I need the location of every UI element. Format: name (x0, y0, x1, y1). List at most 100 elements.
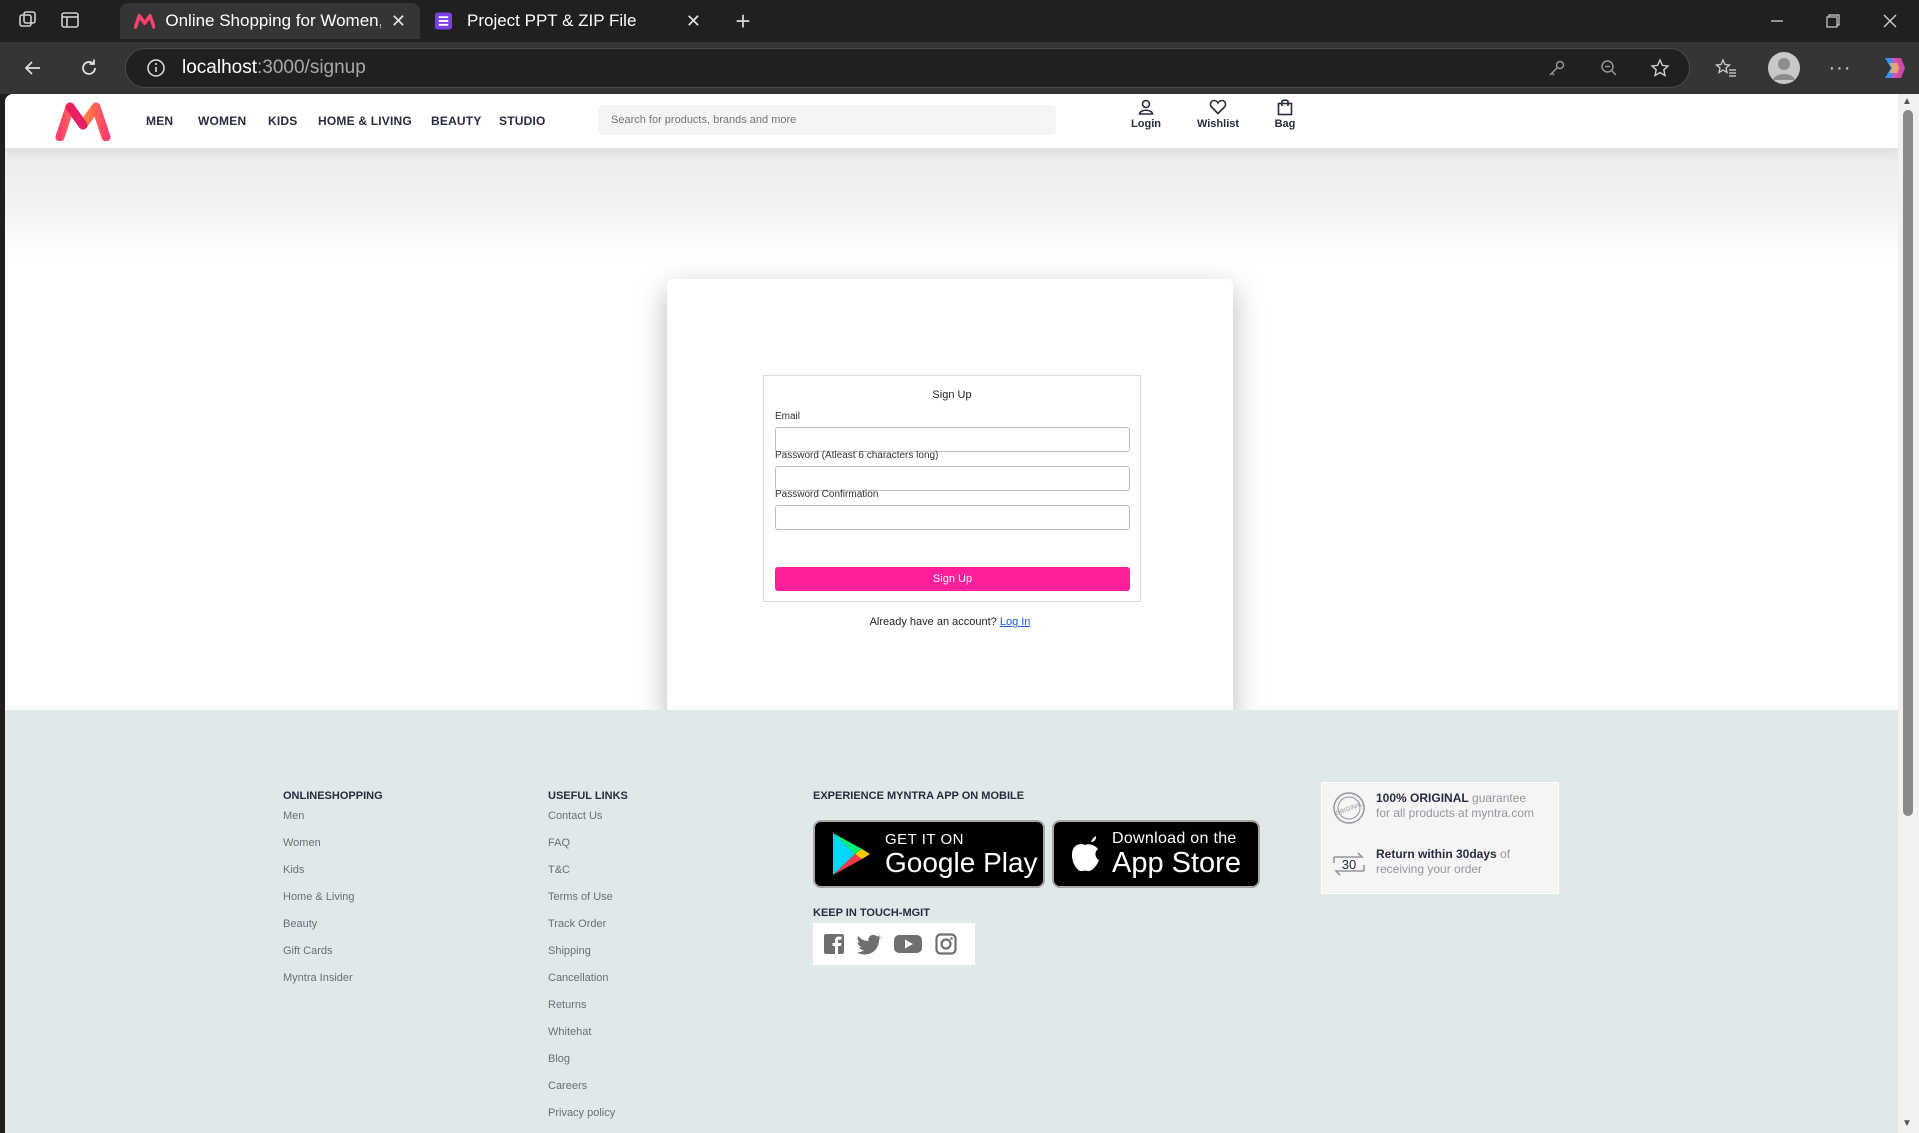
footer-link-women[interactable]: Women (283, 837, 321, 849)
signup-section: Sign Up Email Password (Atleast 6 charac… (5, 148, 1898, 719)
original-seal-icon: ORIGINAL (1333, 792, 1365, 824)
facebook-icon[interactable] (823, 933, 845, 955)
social-links (813, 923, 975, 965)
nav-kids[interactable]: KIDS (268, 114, 297, 128)
login-button[interactable]: Login (1121, 98, 1171, 142)
log-in-link[interactable]: Log In (1000, 616, 1031, 628)
url-host: localhost (182, 57, 257, 78)
footer-link-gift-cards[interactable]: Gift Cards (283, 945, 333, 957)
app-title: EXPERIENCE MYNTRA APP ON MOBILE (813, 790, 1025, 802)
scroll-thumb[interactable] (1903, 110, 1913, 816)
restore-icon[interactable] (1820, 8, 1846, 34)
close-window-icon[interactable] (1877, 8, 1903, 34)
nav-beauty[interactable]: BEAUTY (431, 114, 482, 128)
url-field[interactable]: localhost:3000/signup (125, 48, 1690, 88)
wishlist-label: Wishlist (1196, 118, 1240, 130)
return-policy-text: Return within 30days of receiving your o… (1376, 847, 1511, 876)
back-icon[interactable] (20, 55, 46, 81)
search-input[interactable] (598, 105, 1056, 135)
footer-link-contact-us[interactable]: Contact Us (548, 810, 602, 822)
google-play-badge[interactable]: GET IT ON Google Play (813, 820, 1045, 888)
online-shopping-title: ONLINESHOPPING (283, 790, 383, 802)
login-label: Login (1131, 118, 1161, 130)
page-viewport: Sign Up Email Password (Atleast 6 charac… (5, 94, 1898, 1133)
myntra-favicon-icon (134, 13, 156, 29)
tab-project[interactable]: Project PPT & ZIP File ✕ (420, 3, 715, 39)
footer-link-kids[interactable]: Kids (283, 864, 304, 876)
login-prompt: Already have an account? Log In (667, 616, 1233, 628)
site-info-icon[interactable] (146, 58, 166, 78)
nav-studio[interactable]: STUDIO (499, 114, 546, 128)
footer-link-faq[interactable]: FAQ (548, 837, 570, 849)
nav-women[interactable]: WOMEN (198, 114, 246, 128)
favorite-star-icon[interactable] (1647, 55, 1673, 81)
url-path: :3000/signup (257, 57, 366, 78)
sign-up-button[interactable]: Sign Up (775, 567, 1130, 591)
footer-link-shipping[interactable]: Shipping (548, 945, 591, 957)
original-guarantee-text: 100% ORIGINAL guarantee for all products… (1376, 791, 1535, 820)
nav-men[interactable]: MEN (146, 114, 173, 128)
app-store-badge[interactable]: Download on the App Store (1052, 820, 1260, 888)
tab-actions-icon[interactable] (58, 8, 82, 32)
site-header: MEN WOMEN KIDS HOME & LIVING BEAUTY STUD… (5, 94, 1898, 148)
footer-link-tnc[interactable]: T&C (548, 864, 570, 876)
footer-link-whitehat[interactable]: Whitehat (548, 1026, 591, 1038)
heart-icon (1209, 99, 1227, 115)
copilot-icon[interactable] (1878, 53, 1908, 83)
bag-label: Bag (1274, 118, 1296, 130)
password-field[interactable] (775, 466, 1130, 491)
address-bar: localhost:3000/signup ··· (0, 42, 1919, 94)
twitter-icon[interactable] (857, 933, 881, 955)
scroll-up-icon[interactable]: ▲ (1902, 96, 1912, 107)
footer-link-myntra-insider[interactable]: Myntra Insider (283, 972, 353, 984)
footer-link-blog[interactable]: Blog (548, 1053, 570, 1065)
keep-in-touch-title: KEEP IN TOUCH-MGIT (813, 907, 930, 919)
google-play-small-text: GET IT ON (885, 830, 964, 848)
youtube-icon[interactable] (893, 933, 923, 955)
guarantee-box: ORIGINAL 100% ORIGINAL guarantee for all… (1321, 782, 1559, 894)
tab-myntra[interactable]: Online Shopping for Women, Men ✕ (120, 3, 420, 39)
email-field[interactable] (775, 427, 1130, 452)
password-confirmation-label: Password Confirmation (775, 489, 879, 500)
bag-button[interactable]: Bag (1260, 98, 1310, 142)
new-tab-icon[interactable]: + (730, 6, 756, 36)
forms-favicon-icon (434, 12, 453, 30)
useful-links-title: USEFUL LINKS (548, 790, 628, 802)
minimize-icon[interactable] (1764, 8, 1790, 34)
user-icon (1138, 99, 1154, 115)
footer-link-beauty[interactable]: Beauty (283, 918, 317, 930)
close-tab-icon[interactable]: ✕ (686, 11, 701, 32)
footer-link-terms-of-use[interactable]: Terms of Use (548, 891, 613, 903)
tab-title: Project PPT & ZIP File (466, 11, 637, 30)
email-label: Email (775, 411, 801, 422)
scroll-down-icon[interactable]: ▼ (1902, 1118, 1912, 1129)
footer-link-privacy-policy[interactable]: Privacy policy (548, 1107, 615, 1119)
favorites-icon[interactable] (1713, 55, 1739, 81)
bag-icon (1277, 99, 1293, 116)
myntra-logo[interactable] (55, 101, 111, 141)
footer-link-home-living[interactable]: Home & Living (283, 891, 355, 903)
password-confirmation-field[interactable] (775, 505, 1130, 530)
workspaces-icon[interactable] (16, 8, 40, 32)
profile-avatar-icon[interactable] (1768, 52, 1800, 84)
signup-modal: Sign Up Email Password (Atleast 6 charac… (667, 279, 1233, 719)
nav-home-living[interactable]: HOME & LIVING (318, 114, 412, 128)
footer-link-track-order[interactable]: Track Order (548, 918, 606, 930)
close-tab-icon[interactable]: ✕ (391, 11, 406, 32)
footer-link-careers[interactable]: Careers (548, 1080, 587, 1092)
browser-tab-bar: Online Shopping for Women, Men ✕ Project… (0, 0, 1919, 42)
app-store-small-text: Download on the (1112, 829, 1237, 847)
already-have-account-text: Already have an account? (869, 616, 997, 628)
vertical-scrollbar[interactable]: ▲ ▼ (1898, 94, 1919, 1133)
key-icon[interactable] (1545, 56, 1569, 80)
footer-link-cancellation[interactable]: Cancellation (548, 972, 609, 984)
instagram-icon[interactable] (935, 933, 957, 955)
footer-link-returns[interactable]: Returns (548, 999, 587, 1011)
refresh-icon[interactable] (76, 55, 102, 81)
more-icon[interactable]: ··· (1827, 55, 1853, 81)
zoom-out-icon[interactable] (1597, 56, 1621, 80)
wishlist-button[interactable]: Wishlist (1193, 98, 1243, 142)
signup-form: Sign Up Email Password (Atleast 6 charac… (763, 375, 1141, 602)
footer-link-men[interactable]: Men (283, 810, 304, 822)
svg-text:30: 30 (1342, 857, 1356, 872)
